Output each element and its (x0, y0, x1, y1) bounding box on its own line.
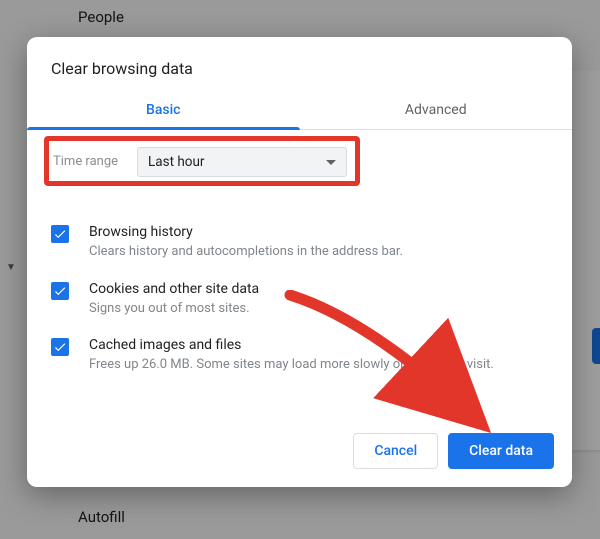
option-browsing-history: Browsing history Clears history and auto… (49, 214, 550, 271)
time-range-value: Last hour (148, 154, 205, 170)
time-range-label: Time range (53, 154, 118, 169)
checkbox-cache[interactable] (51, 338, 69, 356)
dialog-footer: Cancel Clear data (27, 433, 572, 487)
time-range-select[interactable]: Last hour (137, 147, 347, 177)
check-icon (53, 340, 67, 354)
option-cookies: Cookies and other site data Signs you ou… (49, 271, 550, 328)
option-desc: Frees up 26.0 MB. Some sites may load mo… (89, 356, 550, 374)
option-cache: Cached images and files Frees up 26.0 MB… (49, 327, 550, 384)
options-list: Browsing history Clears history and auto… (49, 214, 550, 384)
option-title: Cookies and other site data (89, 281, 550, 297)
check-icon (53, 284, 67, 298)
chevron-down-icon (326, 160, 336, 165)
option-desc: Signs you out of most sites. (89, 300, 550, 318)
tab-basic[interactable]: Basic (27, 92, 300, 129)
option-text: Cached images and files Frees up 26.0 MB… (89, 337, 550, 374)
option-title: Cached images and files (89, 337, 550, 353)
tab-advanced[interactable]: Advanced (300, 92, 573, 129)
clear-data-button[interactable]: Clear data (448, 433, 554, 469)
dialog-body: Time range Last hour Browsing history Cl… (27, 130, 572, 433)
cancel-button[interactable]: Cancel (353, 433, 438, 469)
checkbox-browsing-history[interactable] (51, 225, 69, 243)
checkbox-cookies[interactable] (51, 282, 69, 300)
option-title: Browsing history (89, 224, 550, 240)
check-icon (53, 227, 67, 241)
option-desc: Clears history and autocompletions in th… (89, 243, 550, 261)
dialog-title: Clear browsing data (27, 37, 572, 92)
tabs: Basic Advanced (27, 92, 572, 130)
option-text: Cookies and other site data Signs you ou… (89, 281, 550, 318)
clear-browsing-data-dialog: Clear browsing data Basic Advanced Time … (27, 37, 572, 487)
option-text: Browsing history Clears history and auto… (89, 224, 550, 261)
time-range-row: Time range Last hour (49, 144, 550, 194)
